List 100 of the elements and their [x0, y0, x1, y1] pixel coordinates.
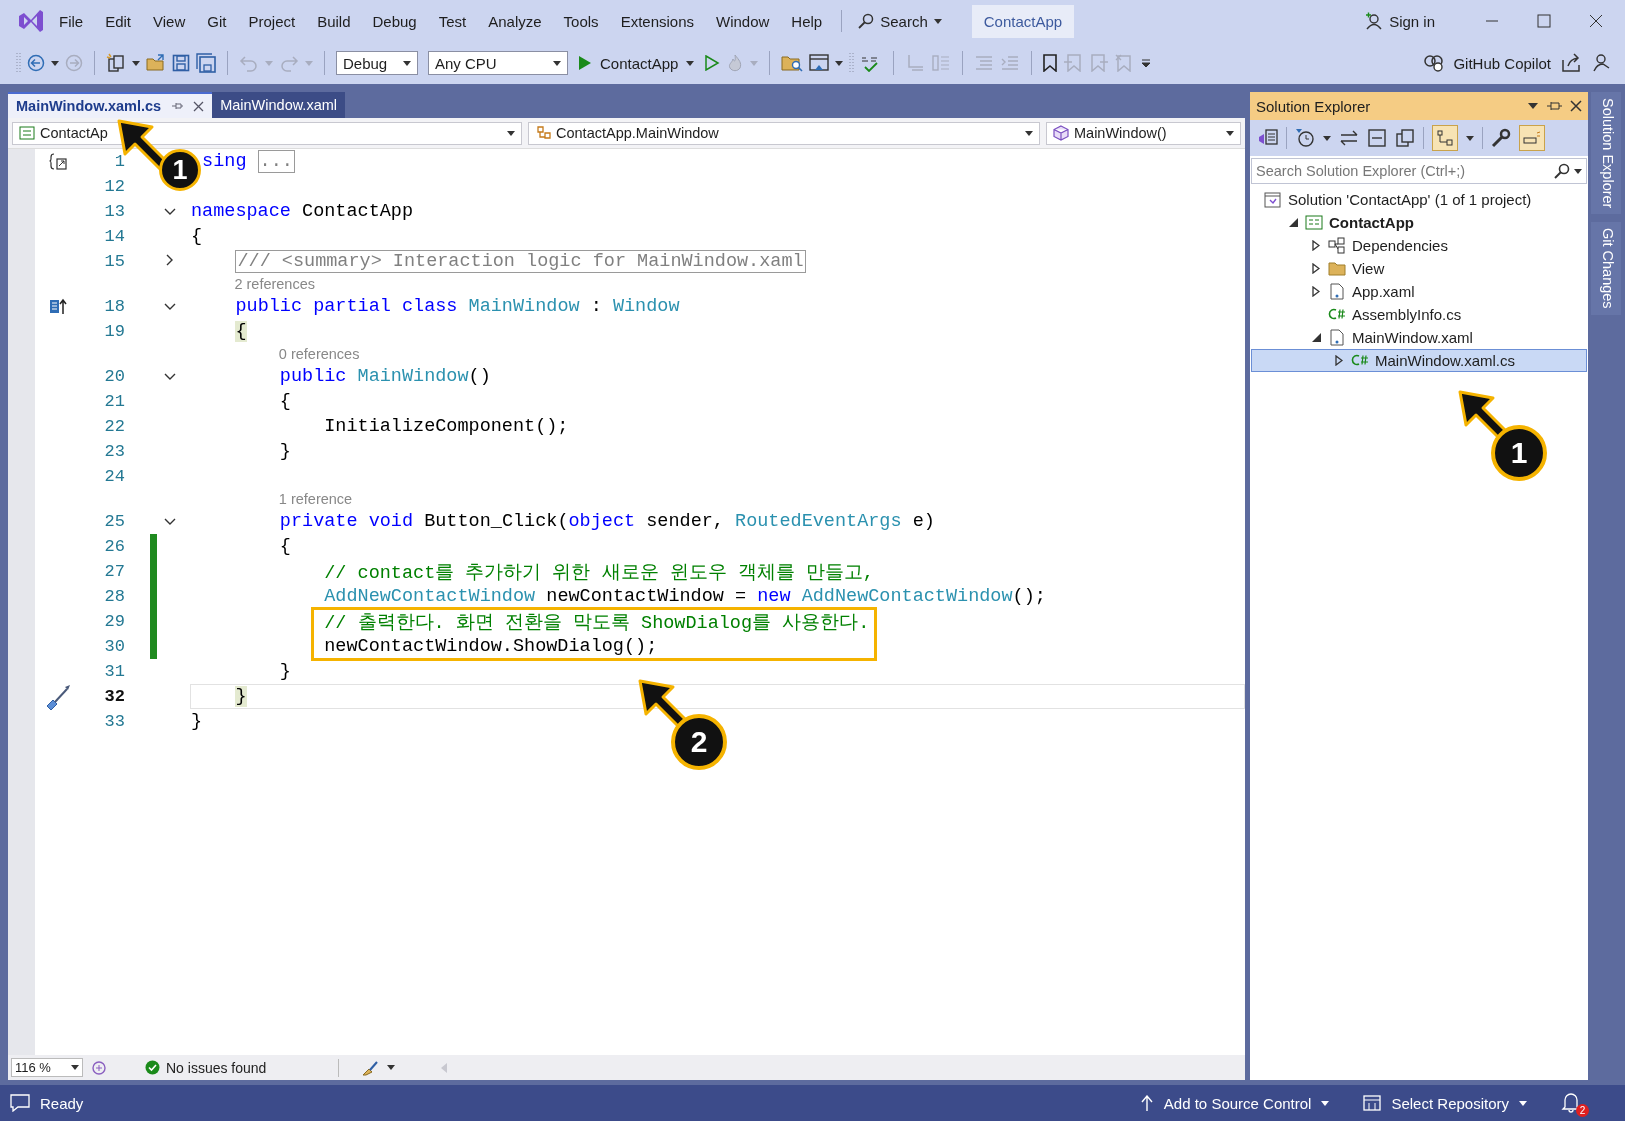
overflow-icon[interactable] [1141, 58, 1152, 68]
start-button[interactable]: ContactApp [574, 54, 699, 72]
scope-icon[interactable] [48, 152, 67, 171]
source-control-button[interactable]: Add to Source Control [1139, 1094, 1330, 1112]
caret-icon[interactable] [1323, 135, 1331, 141]
side-tab[interactable]: Git Changes [1591, 222, 1621, 316]
sign-in-button[interactable]: Sign in [1365, 12, 1435, 30]
expanded-arrow-icon[interactable] [1288, 218, 1298, 227]
caret-icon[interactable] [1466, 135, 1474, 141]
document-tab[interactable]: MainWindow.xaml.cs [8, 92, 213, 118]
dropdown-icon[interactable] [1528, 103, 1538, 109]
collapsed-arrow-icon[interactable] [1335, 355, 1343, 366]
menu-item[interactable]: Project [237, 12, 307, 30]
caret-icon[interactable] [51, 60, 59, 66]
tree-item[interactable]: MainWindow.xaml.cs [1251, 349, 1587, 372]
menu-item[interactable]: Help [780, 12, 834, 30]
new-project-icon[interactable] [106, 53, 126, 73]
caret-icon[interactable] [835, 60, 844, 66]
collapse-icon[interactable] [164, 303, 176, 311]
collapsed-arrow-icon[interactable] [1312, 240, 1320, 251]
close-icon[interactable] [1570, 100, 1582, 112]
menu-item[interactable]: Test [427, 12, 478, 30]
collapsed-arrow-icon[interactable] [1312, 263, 1320, 274]
close-icon[interactable] [1589, 14, 1603, 28]
menu-item[interactable]: Extensions [609, 12, 705, 30]
caret-icon[interactable] [553, 60, 561, 66]
menu-item[interactable]: Tools [552, 12, 610, 30]
expand-icon[interactable] [166, 254, 174, 266]
collapse-all-icon[interactable] [1367, 128, 1387, 148]
share-icon[interactable] [1561, 53, 1583, 73]
caret-icon[interactable] [1226, 130, 1234, 136]
caret-icon[interactable] [933, 18, 942, 24]
caret-icon[interactable] [387, 1065, 395, 1070]
configuration-dropdown[interactable]: Debug [336, 51, 418, 75]
window-icon[interactable] [809, 54, 830, 72]
wrench-icon[interactable] [1491, 128, 1511, 148]
caret-icon[interactable] [71, 1065, 79, 1070]
tree-item[interactable]: Dependencies [1251, 234, 1587, 257]
sync-icon[interactable] [1339, 130, 1359, 146]
pin-icon[interactable] [171, 101, 184, 111]
copy-icon[interactable] [1395, 128, 1415, 148]
platform-dropdown[interactable]: Any CPU [428, 51, 568, 75]
menu-item[interactable]: Git [196, 12, 238, 30]
tree-item[interactable]: View [1251, 257, 1587, 280]
caret-icon[interactable] [1321, 1100, 1330, 1106]
save-icon[interactable] [172, 54, 190, 72]
menu-item[interactable]: Window [705, 12, 781, 30]
collapse-icon[interactable] [164, 518, 176, 526]
zoom-dropdown[interactable]: 116 % [11, 1058, 83, 1077]
collapsed-arrow-icon[interactable] [1312, 286, 1320, 297]
switch-views-icon[interactable] [1258, 129, 1278, 147]
search-button[interactable]: Search [850, 12, 950, 30]
code-cleanup-icon[interactable] [361, 1059, 379, 1076]
pin-icon[interactable] [1546, 101, 1562, 111]
preview-toggle[interactable] [1519, 125, 1545, 151]
member-dropdown[interactable]: MainWindow() [1046, 121, 1241, 145]
intellicode-icon[interactable] [91, 1059, 107, 1076]
side-tab[interactable]: Solution Explorer [1591, 92, 1621, 215]
save-all-icon[interactable] [196, 53, 216, 73]
code-lens-text[interactable]: 0 references [278, 346, 360, 362]
folder-search-icon[interactable] [781, 54, 804, 72]
collapse-icon[interactable] [164, 373, 176, 381]
caret-icon[interactable] [1574, 168, 1582, 174]
pending-changes-icon[interactable] [1295, 128, 1315, 148]
caret-icon[interactable] [686, 60, 695, 66]
output-icon[interactable] [10, 1094, 30, 1112]
menu-item[interactable]: Debug [361, 12, 428, 30]
tree-item[interactable]: AssemblyInfo.cs [1251, 303, 1587, 326]
back-icon[interactable] [27, 54, 45, 72]
expanded-arrow-icon[interactable] [1311, 333, 1321, 342]
search-field[interactable]: Search Solution Explorer (Ctrl+;) [1251, 158, 1587, 184]
caret-icon[interactable] [132, 60, 140, 66]
caret-icon[interactable] [1025, 130, 1033, 136]
collapse-icon[interactable] [164, 208, 176, 216]
issues-status[interactable]: No issues found [166, 1059, 267, 1076]
close-icon[interactable] [193, 100, 205, 112]
caret-icon[interactable] [1519, 1100, 1527, 1106]
menu-item[interactable]: Edit [94, 12, 143, 30]
menu-item[interactable]: File [48, 12, 95, 30]
maximize-icon[interactable] [1537, 14, 1551, 28]
code-lens-text[interactable]: 2 references [234, 276, 315, 292]
bookmark-icon[interactable] [1043, 54, 1058, 72]
code-lens-text[interactable]: 1 reference [278, 491, 353, 507]
tree-item[interactable]: App.xaml [1251, 280, 1587, 303]
copilot-button[interactable]: GitHub Copilot [1423, 53, 1551, 73]
tree-item[interactable]: MainWindow.xaml [1251, 326, 1587, 349]
open-folder-icon[interactable] [146, 54, 166, 72]
start-without-debugging-icon[interactable] [704, 55, 721, 71]
project-dropdown[interactable]: ContactAp [12, 121, 522, 145]
caret-icon[interactable] [507, 130, 515, 136]
caret-icon[interactable] [403, 60, 411, 66]
repository-button[interactable]: Select Repository [1363, 1094, 1527, 1112]
screwdriver-icon[interactable] [44, 683, 71, 710]
menu-item[interactable]: Build [306, 12, 362, 30]
document-tab[interactable]: MainWindow.xaml [212, 92, 345, 118]
type-dropdown[interactable]: ContactApp.MainWindow [528, 121, 1040, 145]
tree-item[interactable]: ContactApp [1251, 211, 1587, 234]
menu-item[interactable]: View [142, 12, 197, 30]
tree-item[interactable]: Solution 'ContactApp' (1 of 1 project) [1251, 188, 1587, 211]
show-all-files-toggle[interactable] [1432, 125, 1458, 151]
